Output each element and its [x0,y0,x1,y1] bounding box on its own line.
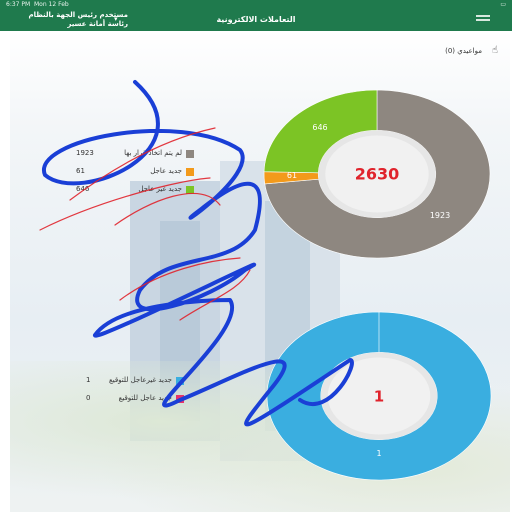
chart1-legend-item: 61 جديد عاجل [70,164,200,182]
chart1-legend-label: جديد عاجل [150,167,182,175]
appointments-link[interactable]: مواعيدي (0) ☝ [420,44,500,58]
chart1-legend: 1923 لم يتم اتخاذ قرار بها 61 جديد عاجل 646 ج… [70,146,200,200]
chart2-legend: 1 جديد غيرعاجل للتوقيع 0 جديد عاجل للتوقيع [80,373,190,409]
menu-icon[interactable] [476,15,490,24]
hand-icon: ☝ [491,45,498,56]
chart1-legend-swatch [186,186,194,194]
appointments-label: مواعيدي (0) [445,47,482,55]
chart1-legend-value: 1923 [76,149,94,157]
status-time: 6:37 PM [6,1,31,8]
chart2-legend-label: جديد غيرعاجل للتوقيع [108,376,172,384]
chart1-legend-value: 646 [76,185,90,193]
chart1-legend-swatch [186,168,194,176]
chart2-slice-label: 1 [376,449,381,458]
battery-icon: ▭ [500,1,506,8]
app-bar: مستخدم رئيس الجهة بالنظام رئاسة أمانة عس… [0,9,512,31]
status-bar: 6:37 PM Mon 12 Feb ▭ [0,0,512,9]
chart2-total: 1 [374,387,384,405]
chart2-legend-value: 0 [86,394,91,402]
chart2-legend-swatch [176,377,184,385]
chart1-legend-label: جديد غير عاجل [138,185,182,193]
chart1-legend-value: 61 [76,167,85,175]
status-date: Mon 12 Feb [34,1,69,8]
chart2-legend-value: 1 [86,376,91,384]
chart1-legend-item: 646 جديد غير عاجل [70,182,200,200]
chart1-legend-label: لم يتم اتخاذ قرار بها [124,149,182,157]
chart1-slice-label: 61 [287,171,297,180]
chart1-slice-label: 646 [312,123,327,132]
chart2-legend-swatch [176,395,184,403]
chart2-donut[interactable]: 11 [265,310,493,482]
page-title: التعاملات الالكترونية [216,15,296,24]
chart1-donut[interactable]: 2630 1923 61 646 [262,88,492,260]
chart1-legend-item: 1923 لم يتم اتخاذ قرار بها [70,146,200,164]
chart1-slice-label: 1923 [430,211,450,220]
chart2-legend-item: 1 جديد غيرعاجل للتوقيع [80,373,190,391]
chart1-legend-swatch [186,150,194,158]
chart2-legend-label: جديد عاجل للتوقيع [118,394,172,402]
chart1-total: 2630 [355,165,400,184]
chart2-legend-item: 0 جديد عاجل للتوقيع [80,391,190,409]
